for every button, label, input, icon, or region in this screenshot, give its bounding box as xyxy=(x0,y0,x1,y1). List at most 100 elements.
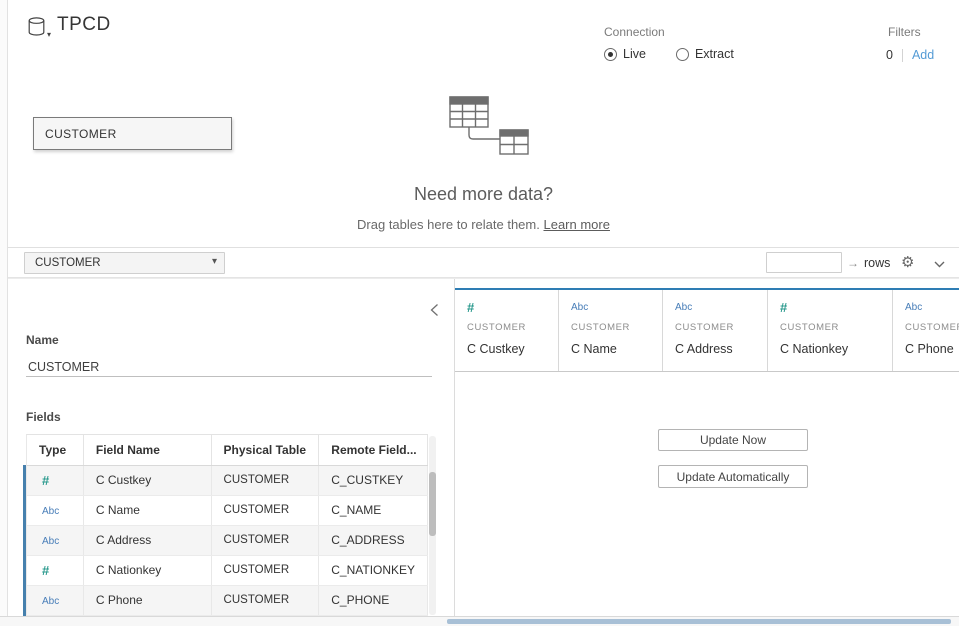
field-type-icon: Abc xyxy=(905,301,959,315)
extract-radio-label: Extract xyxy=(695,47,734,61)
selected-table-strip xyxy=(23,465,26,617)
fields-table-body: # C Custkey CUSTOMER C_CUSTKEY Abc C Nam… xyxy=(27,466,428,616)
datasource-menu-button[interactable]: ▾ xyxy=(28,17,51,39)
table-row[interactable]: # C Custkey CUSTOMER C_CUSTKEY xyxy=(27,466,428,496)
remote-field-cell: C_CUSTKEY xyxy=(319,466,428,495)
fields-label: Fields xyxy=(26,410,61,424)
column-header-field-name[interactable]: Field Name xyxy=(84,435,212,465)
row-count-input[interactable] xyxy=(766,252,842,273)
data-grid-column-header[interactable]: Abc CUSTOMER C Name xyxy=(559,290,663,371)
data-grid-column-header[interactable]: # CUSTOMER C Nationkey xyxy=(768,290,893,371)
remote-field-cell: C_NATIONKEY xyxy=(319,556,428,585)
column-field-name: C Name xyxy=(571,342,662,356)
column-header-remote-field[interactable]: Remote Field... xyxy=(319,435,428,465)
column-table-name: CUSTOMER xyxy=(467,322,558,333)
left-rail xyxy=(0,0,8,626)
collapse-panel-icon[interactable] xyxy=(428,301,441,322)
data-grid-column-header[interactable]: Abc CUSTOMER C Phone xyxy=(893,290,959,371)
field-type-icon: # xyxy=(42,473,49,488)
fields-table: Type Field Name Physical Table Remote Fi… xyxy=(26,434,428,617)
field-type-icon: Abc xyxy=(42,506,59,517)
physical-table-cell: CUSTOMER xyxy=(212,466,320,495)
column-field-name: C Custkey xyxy=(467,342,558,356)
drag-hint-text: Drag tables here to relate them. xyxy=(357,217,540,232)
live-radio-label: Live xyxy=(623,47,646,61)
table-row[interactable]: # C Nationkey CUSTOMER C_NATIONKEY xyxy=(27,556,428,586)
field-type-icon: Abc xyxy=(571,301,662,315)
column-field-name: C Nationkey xyxy=(780,342,892,356)
field-metadata-panel: Name Fields Type Field Name Physical Tab… xyxy=(8,279,455,617)
data-grid-column-header[interactable]: # CUSTOMER C Custkey xyxy=(455,290,559,371)
physical-table-cell: CUSTOMER xyxy=(212,586,320,615)
table-row[interactable]: Abc C Address CUSTOMER C_ADDRESS xyxy=(27,526,428,556)
horizontal-scrollbar[interactable] xyxy=(0,616,959,626)
table-selector-dropdown[interactable]: CUSTOMER ▾ xyxy=(24,252,225,274)
field-type-icon: # xyxy=(42,563,49,578)
scrollbar-thumb[interactable] xyxy=(429,472,436,536)
column-table-name: CUSTOMER xyxy=(571,322,662,333)
field-name-cell: C Phone xyxy=(84,586,212,615)
database-icon xyxy=(28,17,45,39)
divider xyxy=(902,49,903,62)
column-table-name: CUSTOMER xyxy=(905,322,959,333)
preview-toolbar: CUSTOMER ▾ → rows ⚙ xyxy=(8,248,959,278)
column-field-name: C Phone xyxy=(905,342,959,356)
table-name-field[interactable] xyxy=(26,351,432,376)
name-label: Name xyxy=(26,333,59,347)
field-name-cell: C Name xyxy=(84,496,212,525)
add-filter-link[interactable]: Add xyxy=(912,48,934,62)
column-header-type[interactable]: Type xyxy=(27,435,84,465)
update-now-button[interactable]: Update Now xyxy=(658,429,808,451)
remote-field-cell: C_ADDRESS xyxy=(319,526,428,555)
column-header-physical-table[interactable]: Physical Table xyxy=(212,435,320,465)
relate-tables-icon xyxy=(438,145,530,162)
filters-row: 0 Add xyxy=(880,48,955,62)
column-field-name: C Address xyxy=(675,342,767,356)
name-field-wrap xyxy=(26,351,432,377)
learn-more-link[interactable]: Learn more xyxy=(543,217,609,232)
connection-label: Connection xyxy=(604,25,734,39)
radio-circle-icon xyxy=(604,48,617,61)
top-header: ▾ TPCD Connection Live Extract Filters 0 xyxy=(8,0,959,90)
field-name-cell: C Nationkey xyxy=(84,556,212,585)
relationship-canvas: CUSTOMER xyxy=(8,90,959,248)
table-row[interactable]: Abc C Phone CUSTOMER C_PHONE xyxy=(27,586,428,616)
data-preview-grid: # CUSTOMER C Custkey Abc CUSTOMER C Name… xyxy=(455,279,959,617)
radio-circle-icon xyxy=(676,48,689,61)
column-table-name: CUSTOMER xyxy=(675,322,767,333)
gear-icon[interactable]: ⚙ xyxy=(901,252,914,274)
rows-label: rows xyxy=(864,256,890,270)
fields-table-header-row: Type Field Name Physical Table Remote Fi… xyxy=(27,435,428,466)
datasource-page: ▾ TPCD Connection Live Extract Filters 0 xyxy=(0,0,959,626)
page-title: TPCD xyxy=(57,14,111,36)
empty-state-hint: Drag tables here to relate them. Learn m… xyxy=(8,217,959,232)
table-row[interactable]: Abc C Name CUSTOMER C_NAME xyxy=(27,496,428,526)
filters-section: Filters 0 Add xyxy=(880,25,955,62)
filters-count: 0 xyxy=(880,48,902,62)
chevron-down-icon[interactable] xyxy=(934,256,945,271)
caret-down-icon: ▾ xyxy=(47,30,51,39)
field-type-icon: Abc xyxy=(42,596,59,607)
physical-table-cell: CUSTOMER xyxy=(212,496,320,525)
remote-field-cell: C_NAME xyxy=(319,496,428,525)
extract-radio[interactable]: Extract xyxy=(676,47,734,61)
bottom-panels: Name Fields Type Field Name Physical Tab… xyxy=(8,278,959,616)
column-table-name: CUSTOMER xyxy=(780,322,892,333)
arrow-right-icon: → xyxy=(847,256,859,270)
field-type-icon: Abc xyxy=(675,301,767,315)
data-grid-header-row: # CUSTOMER C Custkey Abc CUSTOMER C Name… xyxy=(455,288,959,372)
physical-table-cell: CUSTOMER xyxy=(212,556,320,585)
live-radio[interactable]: Live xyxy=(604,47,646,61)
physical-table-cell: CUSTOMER xyxy=(212,526,320,555)
scrollbar-thumb[interactable] xyxy=(447,619,951,624)
filters-label: Filters xyxy=(888,25,955,39)
caret-down-icon: ▾ xyxy=(212,256,217,267)
field-name-cell: C Address xyxy=(84,526,212,555)
field-type-icon: Abc xyxy=(42,536,59,547)
connection-radio-group: Live Extract xyxy=(604,47,734,61)
fields-vertical-scrollbar[interactable] xyxy=(429,436,436,615)
empty-state-graphic-wrap xyxy=(8,94,959,163)
update-automatically-button[interactable]: Update Automatically xyxy=(658,465,808,488)
table-selector-value: CUSTOMER xyxy=(35,257,101,269)
data-grid-column-header[interactable]: Abc CUSTOMER C Address xyxy=(663,290,768,371)
